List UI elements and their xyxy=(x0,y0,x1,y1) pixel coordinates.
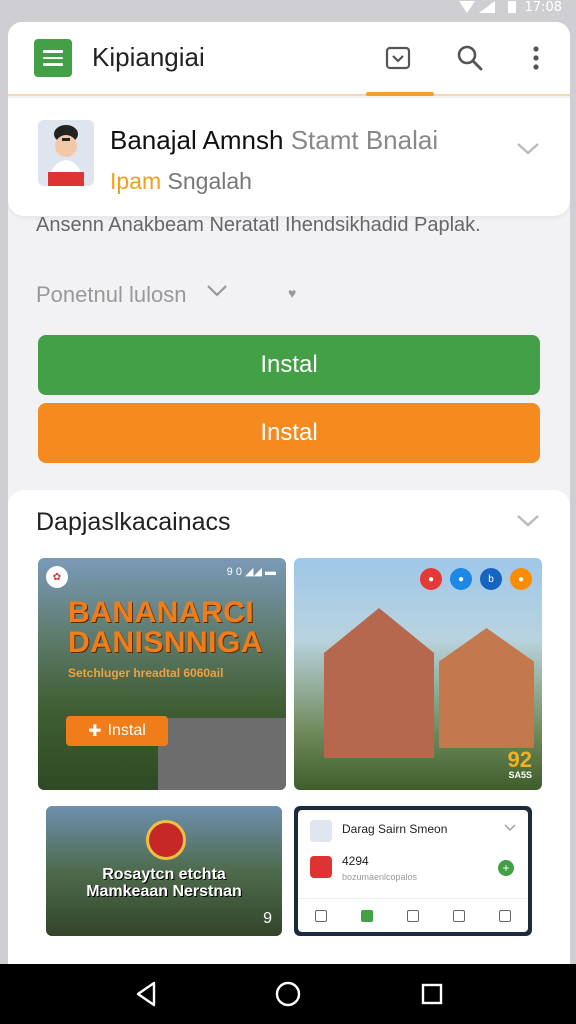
system-nav-bar xyxy=(0,964,576,1024)
screenshots-section: Dapjaslkacainacs ✿ 9 0 ◢◢ ▬ BANANARCI DA… xyxy=(8,490,570,964)
logo-icon: ✿ xyxy=(46,566,68,588)
avatar xyxy=(310,820,332,842)
more-vert-icon xyxy=(533,46,539,70)
signal-icon xyxy=(458,1,495,13)
app-bar: Kipiangiai xyxy=(8,22,570,96)
emblem-icon xyxy=(146,820,186,860)
app-icon xyxy=(310,856,332,878)
screenshot-status: 9 0 ◢◢ ▬ xyxy=(226,566,276,578)
inbox-button[interactable] xyxy=(380,40,416,76)
menu-icon xyxy=(43,50,63,53)
app-bar-title: Kipiangiai xyxy=(92,42,205,72)
chat-icon xyxy=(407,909,419,922)
building-image-2 xyxy=(439,628,534,748)
screenshot-card: Darag Sairn Smeon 4294 bozumaenlcopalos … xyxy=(298,810,528,932)
menu-icon-line xyxy=(43,56,63,60)
building-image xyxy=(324,608,434,758)
screenshot-install-button: ✚ Instal xyxy=(66,716,168,746)
developer-name: Ipam xyxy=(110,168,162,194)
chevron-down-icon xyxy=(504,824,516,832)
badge-icon: ● xyxy=(420,568,442,590)
badge-icon: ● xyxy=(510,568,532,590)
more-button[interactable] xyxy=(518,40,554,76)
search-button[interactable] xyxy=(452,40,488,76)
screenshot-corner: 92 SA5S xyxy=(507,747,532,781)
screenshot-card-subtext: bozumaenlcopalos xyxy=(342,872,418,882)
chevron-down-icon xyxy=(517,143,539,155)
corner-number: 92 xyxy=(507,747,532,772)
search-icon xyxy=(457,45,483,71)
apps-icon xyxy=(361,909,373,922)
menu-icon-line xyxy=(43,63,63,66)
screenshot-title: BANANARCI DANISNNIGA xyxy=(68,596,264,659)
screenshot-corner: 9 xyxy=(263,910,272,927)
app-avatar xyxy=(38,120,94,186)
app-header-card: Banajal Amnsh Stamt Bnalai Ipam Sngalah xyxy=(8,98,570,216)
badge-icon: ● xyxy=(450,568,472,590)
section-title: Dapjaslkacainacs xyxy=(36,508,231,536)
app-developer[interactable]: Ipam Sngalah xyxy=(110,168,252,195)
status-time: 17:08 xyxy=(524,0,562,15)
screenshot-card-value: 4294 xyxy=(342,854,369,868)
screenshot-4[interactable]: Darag Sairn Smeon 4294 bozumaenlcopalos … xyxy=(294,806,532,936)
developer-suffix: Sngalah xyxy=(167,168,252,194)
inbox-icon xyxy=(385,46,411,70)
screenshot-3[interactable]: Rosaytcn etchta Mamkeaan Nerstnan 9 xyxy=(46,806,282,936)
heart-icon[interactable]: ♥ xyxy=(288,285,296,301)
chevron-down-icon xyxy=(517,515,539,527)
badge-icon: b xyxy=(480,568,502,590)
home-button[interactable] xyxy=(274,980,302,1008)
home-icon xyxy=(315,909,327,922)
plus-icon: + xyxy=(498,860,514,876)
expand-card-button[interactable] xyxy=(516,142,540,161)
recents-icon xyxy=(421,983,443,1005)
options-dropdown[interactable]: Ponetnul lulosn ♥ xyxy=(36,280,316,310)
install-secondary-button[interactable]: Instal xyxy=(38,403,540,463)
screenshot-2[interactable]: ● ● b ● 92 SA5S xyxy=(294,558,542,790)
building-roof xyxy=(158,718,286,790)
screenshot-install-label: Instal xyxy=(107,722,146,739)
install-primary-button[interactable]: Instal xyxy=(38,335,540,395)
menu-icon xyxy=(499,909,511,922)
dropdown-label: Ponetnul lulosn xyxy=(36,282,187,307)
app-description: Ansenn Anakbeam Neratatl Ihendsikhadid P… xyxy=(36,214,481,236)
rocket-icon: ✚ xyxy=(88,723,102,740)
tab-indicator xyxy=(366,92,434,96)
recents-button[interactable] xyxy=(418,980,446,1008)
screenshot-1[interactable]: ✿ 9 0 ◢◢ ▬ BANANARCI DANISNNIGA Setchlug… xyxy=(38,558,286,790)
back-button[interactable] xyxy=(132,980,160,1008)
screenshot-caption: Rosaytcn etchta Mamkeaan Nerstnan xyxy=(86,866,242,900)
status-bar: 17:08 xyxy=(0,0,576,22)
app-screen: Kipiangiai Banajal Amnsh Stamt Bnalai Ip… xyxy=(8,22,570,964)
app-name-main: Banajal Amnsh xyxy=(110,125,284,155)
screenshot-card-name: Darag Sairn Smeon xyxy=(342,822,448,836)
screenshot-bottom-nav xyxy=(298,898,528,932)
app-name-suffix: Stamt Bnalai xyxy=(290,125,439,155)
battery-icon xyxy=(507,1,516,13)
chevron-down-icon xyxy=(207,285,227,297)
app-name: Banajal Amnsh Stamt Bnalai xyxy=(110,125,438,156)
expand-section-button[interactable] xyxy=(516,514,540,533)
back-icon xyxy=(136,981,156,1007)
inbox-icon xyxy=(453,909,465,922)
screenshot-subtitle: Setchluger hreadtal 6060ail xyxy=(68,666,224,680)
menu-button[interactable] xyxy=(34,39,72,77)
badge-row: ● ● b ● xyxy=(420,568,532,590)
status-icons: 17:08 xyxy=(458,0,562,15)
home-circle-icon xyxy=(275,981,301,1007)
person-icon xyxy=(38,120,94,186)
corner-text: SA5S xyxy=(508,770,532,780)
